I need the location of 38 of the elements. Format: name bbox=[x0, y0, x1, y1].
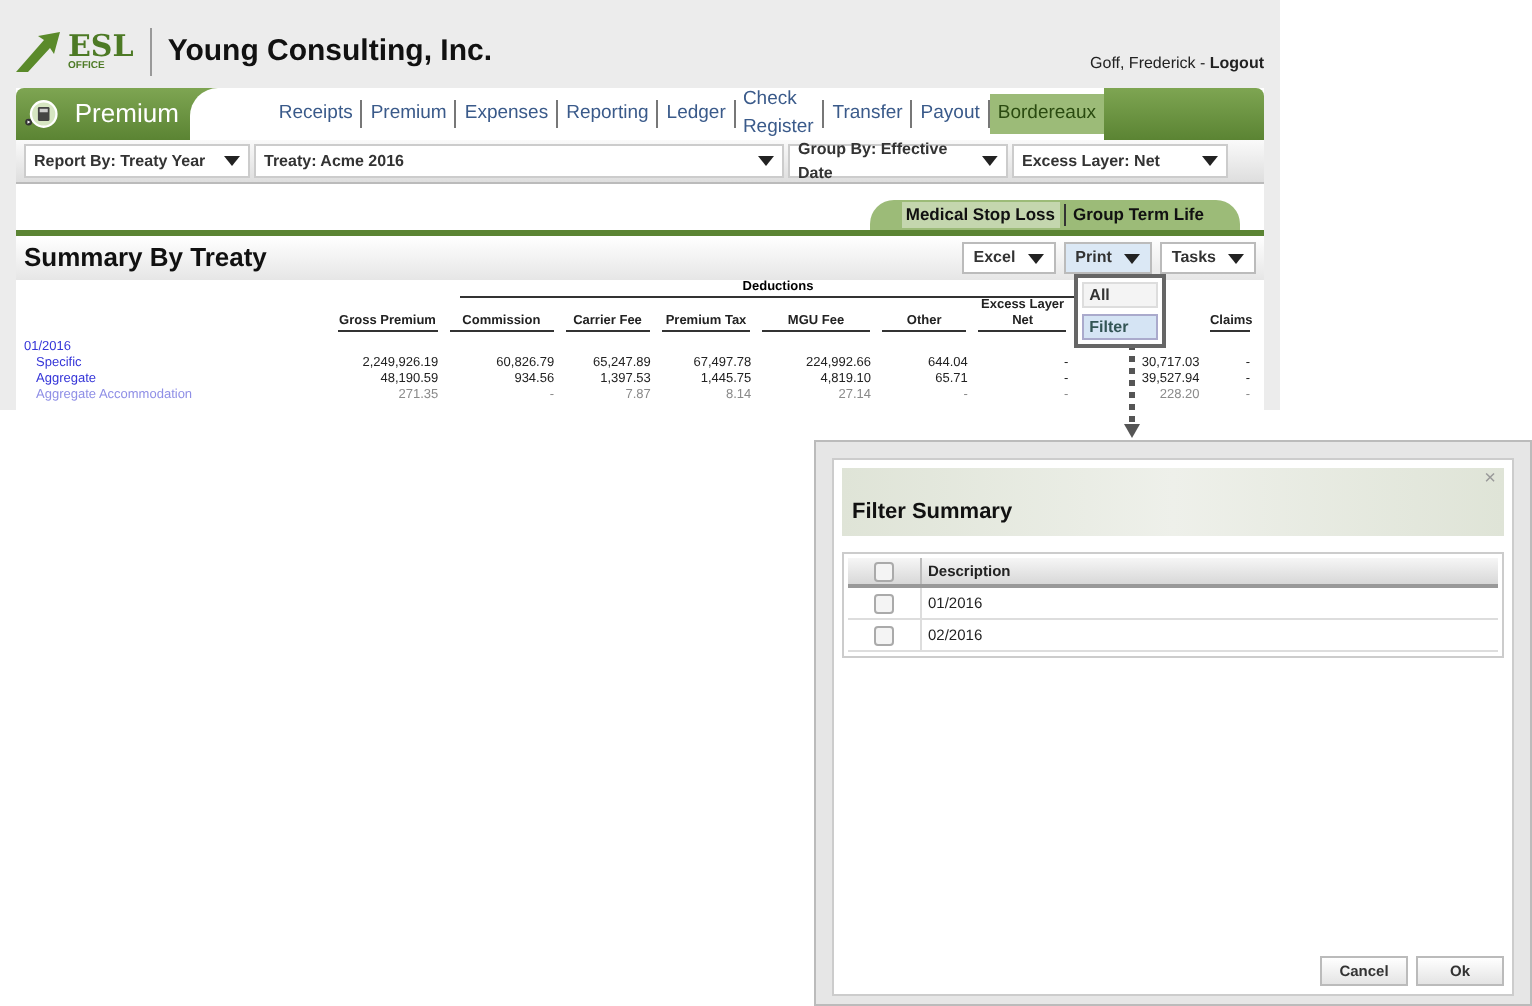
toolbar-dropdown-button[interactable]: Print bbox=[1063, 242, 1152, 274]
toolbar-dropdown-button[interactable]: Tasks bbox=[1159, 242, 1256, 274]
logout-link[interactable]: Logout bbox=[1209, 52, 1264, 76]
caret-icon bbox=[1202, 156, 1218, 166]
nav-tab[interactable]: Expenses bbox=[456, 93, 557, 135]
menu-item[interactable]: Filter bbox=[1081, 314, 1158, 340]
product-tab[interactable]: Group Term Life bbox=[1069, 202, 1208, 228]
filter-dropdown[interactable]: Excess Layer: Net bbox=[1012, 144, 1228, 178]
module-title: Premium bbox=[74, 96, 181, 133]
filter-dropdown[interactable]: Group By: Effective Date bbox=[788, 144, 1008, 178]
checkbox[interactable] bbox=[874, 561, 894, 581]
product-tab[interactable]: Medical Stop Loss bbox=[901, 202, 1059, 228]
nav-tab[interactable]: Ledger bbox=[658, 93, 734, 135]
logo-text: ESL bbox=[68, 32, 134, 62]
dialog-title: Filter Summary bbox=[852, 497, 1013, 527]
nav-tab[interactable]: Bordereaux bbox=[989, 93, 1104, 135]
nav-tab[interactable]: Receipts bbox=[270, 93, 361, 135]
toolbar-dropdown-button[interactable]: Excel bbox=[961, 242, 1056, 274]
menu-item[interactable]: All bbox=[1081, 282, 1158, 308]
checkbox[interactable] bbox=[874, 625, 894, 645]
caret-icon bbox=[1027, 253, 1044, 263]
company-name: Young Consulting, Inc. bbox=[167, 31, 493, 72]
nav-tab[interactable]: Payout bbox=[912, 93, 988, 135]
caret-icon bbox=[1228, 253, 1244, 263]
filter-dropdown[interactable]: Report By: Treaty Year bbox=[24, 144, 250, 178]
nav-tab[interactable]: Premium bbox=[362, 93, 455, 135]
filter-dropdown[interactable]: Treaty: Acme 2016 bbox=[254, 144, 784, 178]
nav-tab[interactable]: Transfer bbox=[824, 93, 911, 135]
nav-tab[interactable]: Reporting bbox=[558, 93, 657, 135]
checkbox[interactable] bbox=[874, 593, 894, 613]
caret-icon bbox=[758, 156, 774, 166]
caret-icon bbox=[982, 156, 998, 166]
summary-title: Summary By Treaty bbox=[24, 240, 267, 277]
caret-icon bbox=[1123, 253, 1140, 263]
caret-icon bbox=[224, 156, 240, 166]
user-name: Goff, Frederick - bbox=[1090, 52, 1208, 76]
dotted-arrow bbox=[1124, 344, 1140, 440]
logo-swoosh-icon bbox=[16, 32, 60, 72]
